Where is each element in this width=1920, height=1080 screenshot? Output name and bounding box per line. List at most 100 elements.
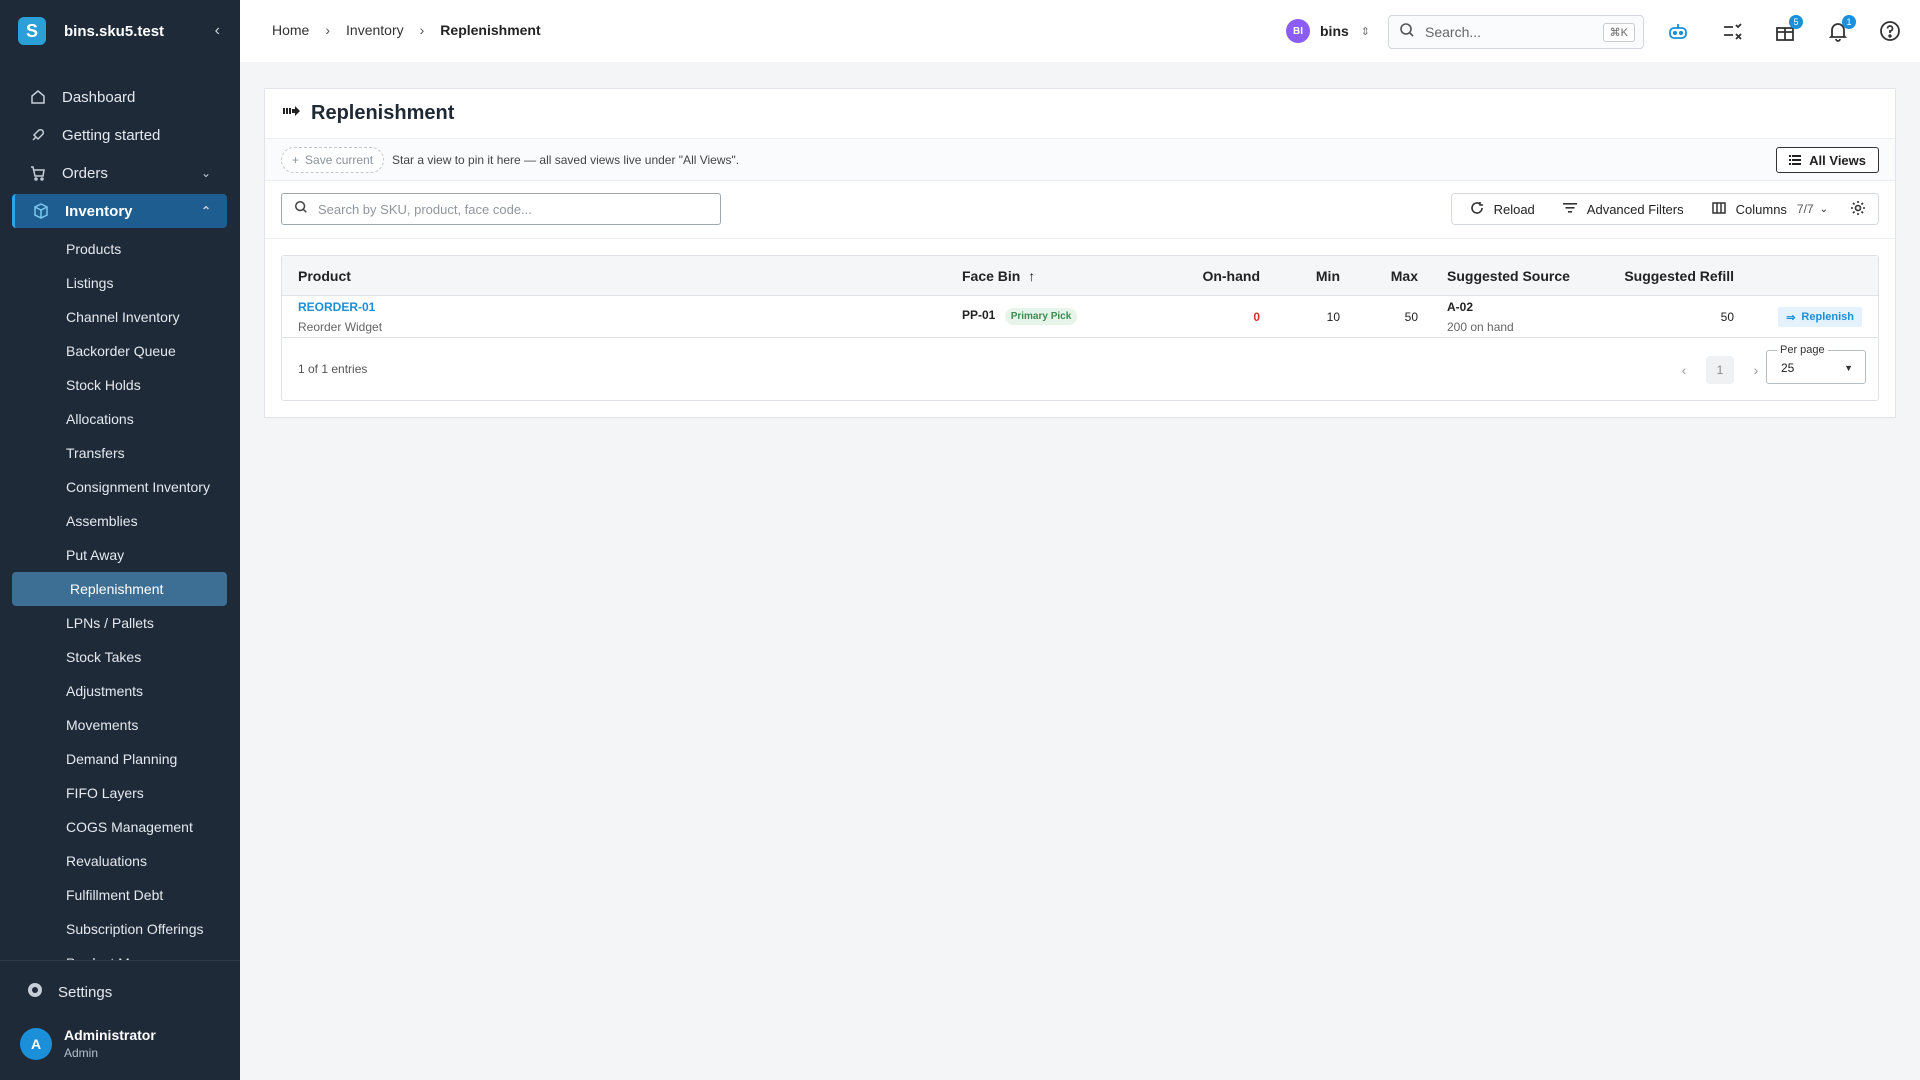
sidebar-subitem-allocations[interactable]: Allocations (12, 402, 227, 436)
replenish-button[interactable]: ⇒ Replenish (1778, 307, 1862, 327)
tenant-avatar: BI (1286, 19, 1310, 43)
caret-down-icon: ▼ (1844, 363, 1853, 373)
user-profile[interactable]: A Administrator Admin (20, 1027, 156, 1060)
app-logo[interactable]: S (18, 17, 46, 45)
breadcrumb-home[interactable]: Home (272, 22, 309, 38)
chevron-up-down-icon: ⇕ (1360, 25, 1370, 38)
top-bar: Home › Inventory › Replenishment BI bins… (240, 0, 1920, 62)
sidebar-subitem-backorder-queue[interactable]: Backorder Queue (12, 334, 227, 368)
reload-button[interactable]: Reload (1456, 194, 1549, 224)
table-header: Product Face Bin ↑ On-hand Min Max Sugge… (282, 256, 1878, 296)
bell-icon[interactable]: 1 (1826, 15, 1856, 43)
per-page-select[interactable]: Per page 25 ▼ (1766, 344, 1866, 384)
breadcrumb-current: Replenishment (440, 22, 541, 38)
on-hand-cell: 0 (1253, 310, 1260, 324)
sidebar-nav: Dashboard Getting started Orders ⌄ Inven… (0, 80, 240, 960)
home-icon (28, 87, 48, 107)
sidebar-item-orders[interactable]: Orders ⌄ (12, 156, 227, 190)
table-search[interactable] (281, 193, 721, 225)
all-views-label: All Views (1809, 152, 1866, 168)
advanced-filters-button[interactable]: Advanced Filters (1549, 194, 1698, 224)
sidebar-subitem-channel-inventory[interactable]: Channel Inventory (12, 300, 227, 334)
save-current-view-button[interactable]: + Save current (281, 147, 385, 173)
sidebar-subitem-stock-holds[interactable]: Stock Holds (12, 368, 227, 402)
columns-button[interactable]: Columns 7/7 ⌄ (1698, 194, 1842, 224)
sidebar-subitem-product-menus[interactable]: Product Menus (12, 946, 227, 960)
product-cell: REORDER-01 Reorder Widget (298, 300, 382, 334)
settings-label: Settings (58, 983, 113, 1001)
breadcrumb: Home › Inventory › Replenishment (272, 22, 541, 38)
column-header-suggested-refill[interactable]: Suggested Refill (1624, 268, 1734, 284)
tenant-name: bins (1320, 23, 1349, 39)
sidebar-subitem-lpns-pallets[interactable]: LPNs / Pallets (12, 606, 227, 640)
replenishment-table: Product Face Bin ↑ On-hand Min Max Sugge… (281, 255, 1879, 401)
columns-icon (1711, 201, 1726, 217)
column-header-face-bin[interactable]: Face Bin ↑ (962, 268, 1035, 284)
gift-icon[interactable]: 5 (1773, 15, 1803, 43)
next-page-icon[interactable]: › (1744, 362, 1768, 378)
global-search[interactable]: ⌘K (1388, 15, 1644, 49)
sidebar-subitem-listings[interactable]: Listings (12, 266, 227, 300)
table-toolbar: Reload Advanced Filters Columns 7/7 ⌄ (265, 181, 1895, 239)
sidebar-item-inventory[interactable]: Inventory ⌃ (12, 194, 227, 228)
tasks-check-icon[interactable] (1720, 19, 1744, 43)
breadcrumb-separator-icon: › (419, 22, 425, 38)
cart-icon (28, 163, 48, 183)
sidebar-subitem-stock-takes[interactable]: Stock Takes (12, 640, 227, 674)
arrow-right-icon: ⇒ (1786, 311, 1796, 324)
advanced-filters-label: Advanced Filters (1586, 201, 1684, 217)
product-name: Reorder Widget (298, 320, 383, 334)
source-qty: 200 on hand (1447, 320, 1514, 334)
table-settings-button[interactable] (1842, 194, 1874, 224)
brand-header: S bins.sku5.test ‹ (0, 0, 240, 62)
table-row: REORDER-01 Reorder Widget PP-01 Primary … (282, 296, 1878, 338)
sidebar-subitem-revaluations[interactable]: Revaluations (12, 844, 227, 878)
sidebar-item-getting-started[interactable]: Getting started (12, 118, 227, 152)
columns-label: Columns (1735, 201, 1787, 217)
product-sku-link[interactable]: REORDER-01 (298, 300, 382, 314)
table-tools: Reload Advanced Filters Columns 7/7 ⌄ (1450, 193, 1879, 225)
sidebar-subitem-demand-planning[interactable]: Demand Planning (12, 742, 227, 776)
sidebar-subitem-replenishment[interactable]: Replenishment (12, 572, 227, 606)
sidebar-item-label: Dashboard (62, 88, 136, 106)
save-current-label: Save current (305, 153, 374, 167)
table-search-input[interactable] (318, 201, 698, 217)
previous-page-icon[interactable]: ‹ (1672, 362, 1696, 378)
breadcrumb-inventory[interactable]: Inventory (346, 22, 404, 38)
sidebar-subitem-adjustments[interactable]: Adjustments (12, 674, 227, 708)
suggested-refill-cell: 50 (1720, 310, 1734, 324)
column-header-min[interactable]: Min (1316, 268, 1340, 284)
sidebar-subitem-movements[interactable]: Movements (12, 708, 227, 742)
tenant-switcher[interactable]: BI bins ⇕ (1286, 19, 1370, 43)
sidebar-item-settings[interactable]: Settings (26, 981, 112, 1003)
filter-icon (1562, 202, 1577, 217)
sidebar-subitem-subscription-offerings[interactable]: Subscription Offerings (12, 912, 227, 946)
sidebar-subitem-consignment-inventory[interactable]: Consignment Inventory (12, 470, 227, 504)
sidebar-subitem-fulfillment-debt[interactable]: Fulfillment Debt (12, 878, 227, 912)
sidebar-subitem-put-away[interactable]: Put Away (12, 538, 227, 572)
sidebar-subitem-transfers[interactable]: Transfers (12, 436, 227, 470)
sidebar-subitem-products[interactable]: Products (12, 232, 227, 266)
replenish-arrow-icon (283, 104, 301, 123)
source-bin: A-02 (1447, 300, 1474, 314)
per-page-value: 25 (1781, 361, 1795, 375)
column-header-suggested-source[interactable]: Suggested Source (1447, 268, 1570, 284)
global-search-input[interactable] (1425, 24, 1585, 40)
robot-icon[interactable] (1666, 19, 1690, 43)
help-icon[interactable] (1878, 19, 1902, 43)
sidebar-item-dashboard[interactable]: Dashboard (12, 80, 227, 114)
sidebar-subitem-assemblies[interactable]: Assemblies (12, 504, 227, 538)
sidebar-subitem-cogs-management[interactable]: COGS Management (12, 810, 227, 844)
sidebar-subitem-fifo-layers[interactable]: FIFO Layers (12, 776, 227, 810)
all-views-button[interactable]: All Views (1776, 147, 1879, 173)
views-hint: Star a view to pin it here — all saved v… (392, 153, 740, 167)
column-header-product[interactable]: Product (298, 268, 351, 284)
column-header-on-hand[interactable]: On-hand (1202, 268, 1260, 284)
suggested-source-cell: A-02 200 on hand (1447, 300, 1514, 334)
refresh-icon (1470, 201, 1484, 218)
current-page-button[interactable]: 1 (1706, 356, 1734, 384)
collapse-sidebar-icon[interactable]: ‹ (215, 22, 220, 40)
breadcrumb-separator-icon: › (325, 22, 331, 38)
column-header-max[interactable]: Max (1391, 268, 1418, 284)
list-icon (1789, 153, 1802, 168)
